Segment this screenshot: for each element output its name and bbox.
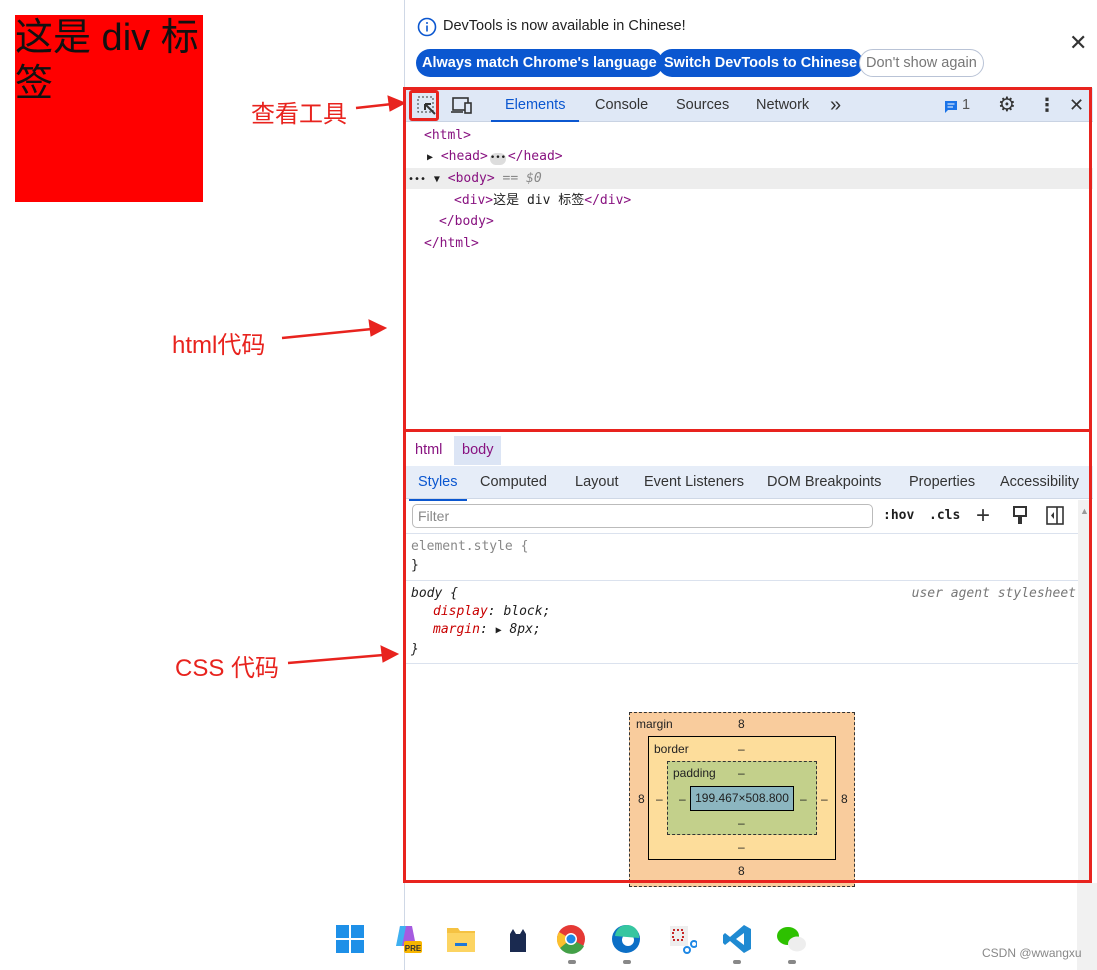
info-icon (417, 17, 437, 37)
language-infobar: DevTools is now available in Chinese! Al… (405, 0, 1097, 86)
chrome-icon[interactable] (556, 924, 586, 954)
cat-app-icon[interactable] (502, 924, 532, 954)
windows-start-icon[interactable] (335, 924, 365, 954)
annotation-arrows (281, 95, 407, 665)
running-indicator (788, 960, 796, 964)
edge-icon[interactable] (611, 924, 641, 954)
pre-badge: PRE (405, 944, 422, 953)
copilot-icon[interactable]: PRE (392, 924, 422, 954)
vscode-icon[interactable] (722, 924, 752, 954)
infobar-message: DevTools is now available in Chinese! (443, 18, 686, 34)
close-infobar-icon[interactable]: ✕ (1069, 30, 1087, 56)
highlight-css-area (403, 429, 1092, 883)
wechat-icon[interactable] (776, 924, 806, 954)
file-explorer-icon[interactable] (446, 924, 476, 954)
highlight-html-area (403, 87, 1092, 432)
running-indicator (568, 960, 576, 964)
dont-show-button[interactable]: Don't show again (859, 49, 984, 77)
match-language-button[interactable]: Always match Chrome's language (416, 49, 663, 77)
running-indicator (733, 960, 741, 964)
running-indicator (623, 960, 631, 964)
highlight-inspect-tool (409, 90, 439, 121)
switch-chinese-button[interactable]: Switch DevTools to Chinese (658, 49, 864, 77)
snipping-tool-icon[interactable] (667, 924, 697, 954)
watermark: CSDN @wwangxu (982, 946, 1082, 960)
